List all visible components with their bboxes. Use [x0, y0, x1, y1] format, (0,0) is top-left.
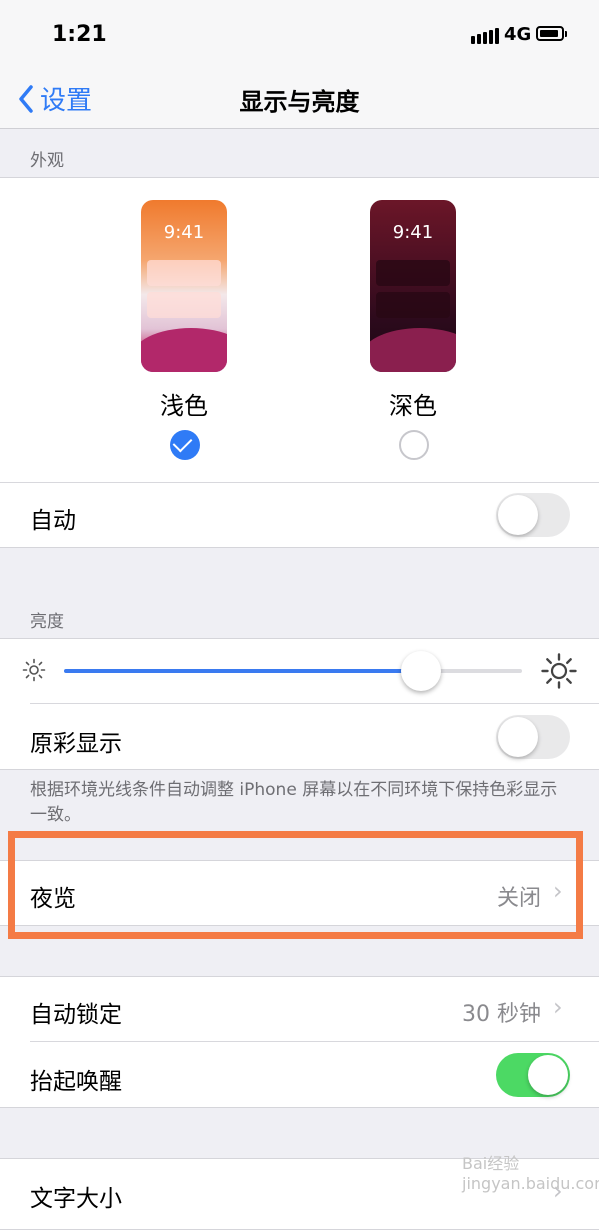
preview-notification [147, 260, 221, 286]
page-title: 显示与亮度 [239, 88, 360, 116]
preview-time: 9:41 [163, 222, 205, 243]
true-tone-footnote: 根据环境光线条件自动调整 iPhone 屏幕以在不同环境下保持色彩显示一致。 [30, 780, 558, 825]
light-mode-option[interactable]: 9:41 [141, 200, 227, 372]
checkmark-icon [172, 432, 193, 453]
preview-time: 9:41 [392, 222, 434, 243]
preview-wallpaper [370, 328, 456, 372]
text-size-label: 文字大小 [30, 1186, 122, 1212]
preview-wallpaper [141, 328, 227, 372]
appearance-card: 9:41 浅色 9:41 深色 自动 [0, 177, 599, 548]
signal-bars-icon [471, 28, 499, 44]
brightness-slider-thumb[interactable] [401, 651, 442, 691]
divider [30, 1041, 599, 1042]
light-preview: 9:41 [141, 200, 227, 372]
brightness-slider-fill[interactable] [64, 669, 422, 673]
preview-notification [376, 292, 450, 318]
raise-to-wake-label: 抬起唤醒 [30, 1069, 122, 1095]
toggle-knob [498, 717, 538, 757]
lock-card: 自动锁定 30 秒钟 › 抬起唤醒 [0, 976, 599, 1108]
chevron-right-icon: › [553, 993, 563, 1021]
appearance-header: 外观 [30, 151, 64, 171]
battery-icon [536, 26, 567, 41]
automatic-label: 自动 [30, 508, 76, 534]
status-time: 1:21 [52, 22, 107, 47]
toggle-knob [528, 1055, 568, 1095]
dark-radio[interactable] [399, 430, 429, 460]
raise-to-wake-toggle[interactable] [496, 1053, 570, 1097]
dark-label: 深色 [389, 392, 437, 420]
light-radio[interactable] [170, 430, 200, 460]
auto-lock-row[interactable]: 自动锁定 30 秒钟 › [0, 977, 599, 1041]
watermark: Bai经验 jingyan.baidu.com [462, 1154, 599, 1193]
network-type: 4G [504, 24, 532, 45]
true-tone-toggle[interactable] [496, 715, 570, 759]
true-tone-label: 原彩显示 [30, 731, 122, 757]
divider [0, 482, 599, 483]
auto-lock-label: 自动锁定 [30, 1002, 122, 1028]
sun-large-icon [541, 653, 577, 689]
highlight-box [8, 831, 583, 939]
auto-lock-value: 30 秒钟 [462, 1002, 541, 1027]
brightness-header: 亮度 [30, 612, 64, 632]
dark-mode-option[interactable]: 9:41 [370, 200, 456, 372]
divider [30, 703, 599, 704]
dark-preview: 9:41 [370, 200, 456, 372]
brightness-card: 原彩显示 [0, 638, 599, 770]
preview-notification [376, 260, 450, 286]
light-label: 浅色 [160, 392, 208, 420]
preview-notification [147, 292, 221, 318]
sun-small-icon [22, 658, 46, 682]
automatic-toggle[interactable] [496, 493, 570, 537]
toggle-knob [498, 495, 538, 535]
